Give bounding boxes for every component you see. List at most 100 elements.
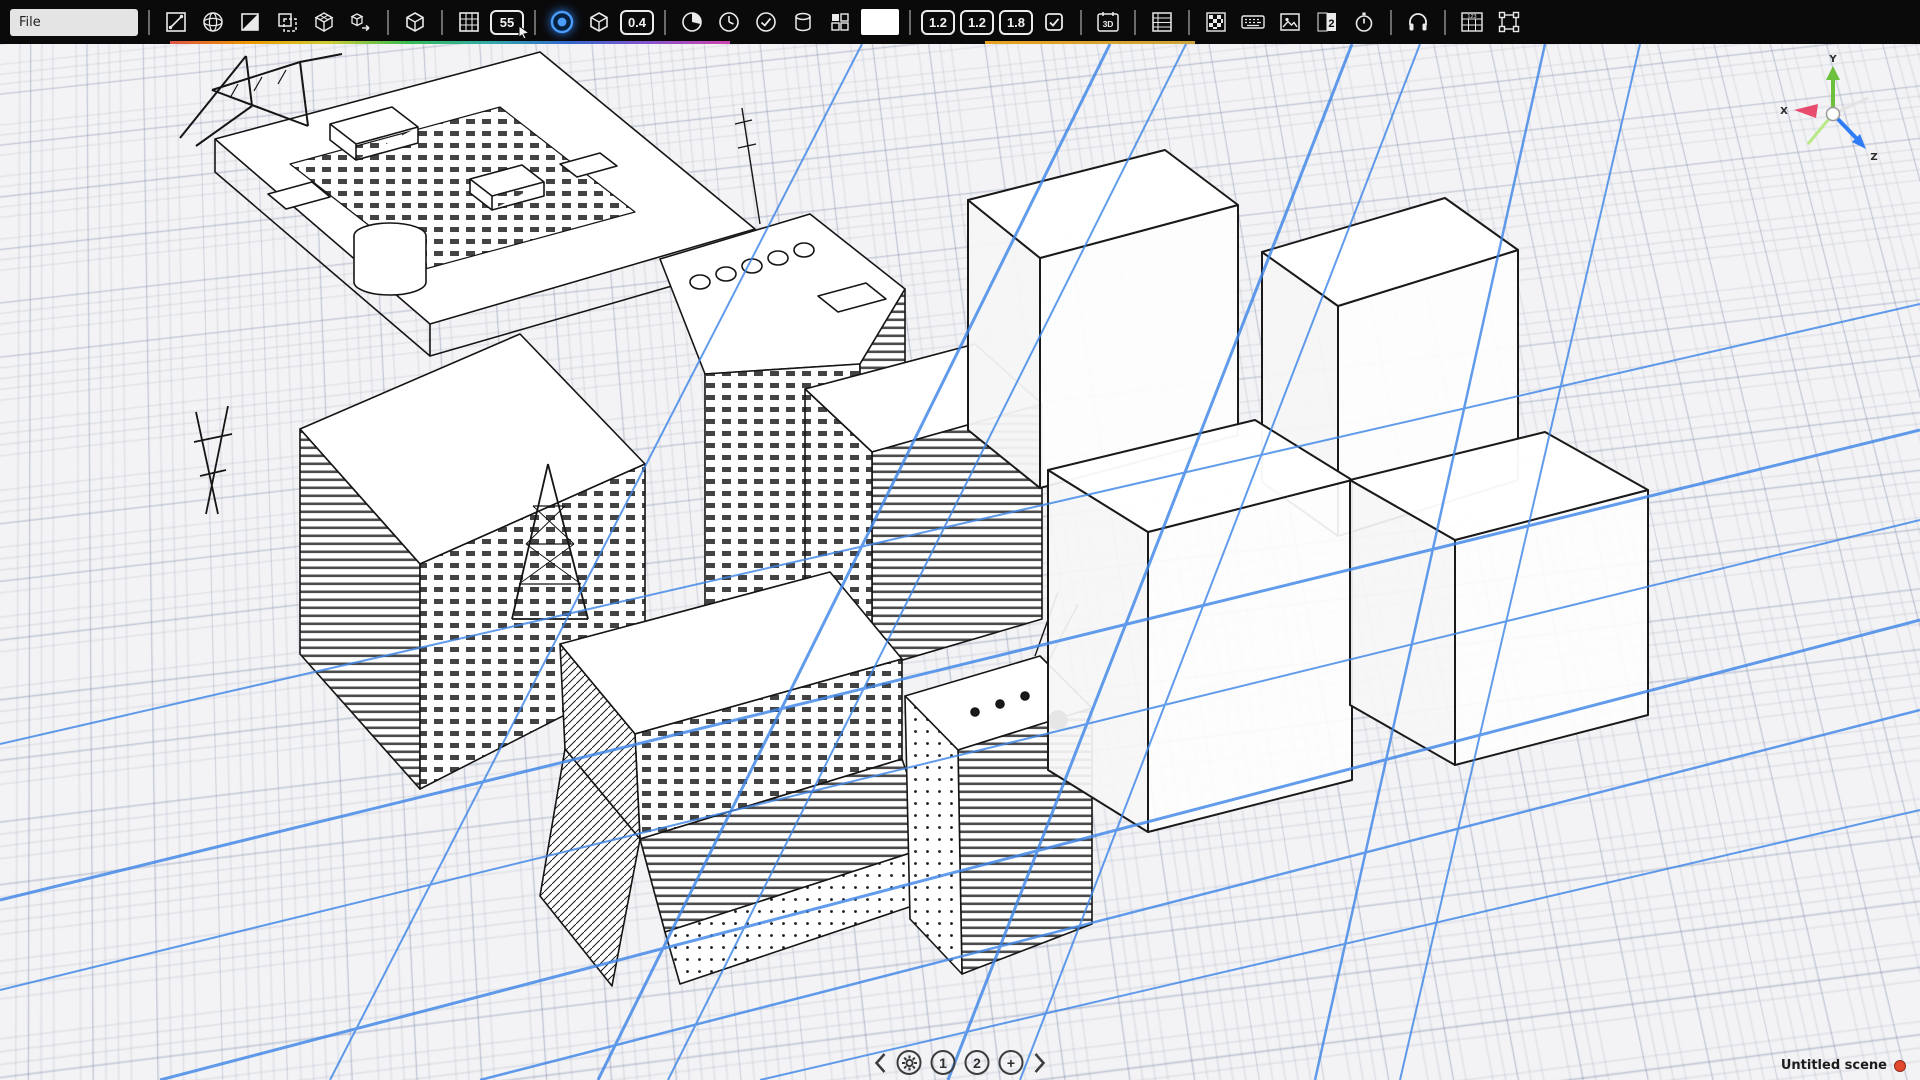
- toolbar-rainbow-strip: [170, 41, 730, 44]
- stopwatch-button[interactable]: [1348, 6, 1380, 38]
- ratio-button-1[interactable]: 1.2: [921, 10, 955, 35]
- pie-tool-button[interactable]: [676, 6, 708, 38]
- grid-density-button[interactable]: 55: [490, 10, 524, 35]
- toolbar-separator: [1444, 10, 1446, 35]
- toolbar-separator: [1188, 10, 1190, 35]
- file-menu-label: File: [19, 15, 41, 30]
- sphere-tool-button[interactable]: [197, 6, 229, 38]
- keyboard-button[interactable]: [1237, 6, 1269, 38]
- axis-gizmo[interactable]: Y X Z: [1768, 54, 1898, 184]
- toolbar-separator: [387, 10, 389, 35]
- next-page-button[interactable]: [1033, 1052, 1047, 1074]
- toolbar-separator: [664, 10, 666, 35]
- toolbar-separator: [441, 10, 443, 35]
- active-lens-button[interactable]: [546, 6, 578, 38]
- check-circle-icon: [754, 10, 778, 34]
- toolbar-separator: [1134, 10, 1136, 35]
- x-axis-label: X: [1780, 106, 1788, 117]
- overlap-squares-icon: [275, 10, 299, 34]
- three-d-badge-text: 3D: [1103, 19, 1114, 29]
- toolbar-separator: [148, 10, 150, 35]
- scene-settings-button[interactable]: [897, 1050, 922, 1075]
- toolbar-separator: [1390, 10, 1392, 35]
- clock-icon: [717, 10, 741, 34]
- y-axis-label: Y: [1828, 54, 1837, 65]
- clock-button[interactable]: [713, 6, 745, 38]
- crop-frame-button[interactable]: [1493, 6, 1525, 38]
- record-dot[interactable]: [1894, 1060, 1906, 1072]
- line-tool-icon: [164, 10, 188, 34]
- checkbox-checked-icon: [1042, 10, 1066, 34]
- ratio-button-3[interactable]: 1.8: [999, 10, 1033, 35]
- cursor-icon: [517, 25, 531, 39]
- toolbar-separator: [909, 10, 911, 35]
- page-2-label: 2: [973, 1055, 981, 1071]
- frame-counter-button[interactable]: 2: [1311, 6, 1343, 38]
- frame-2-icon: 2: [1315, 10, 1339, 34]
- gear-icon: [901, 1055, 917, 1071]
- cube-arrow-button[interactable]: [345, 6, 377, 38]
- check-circle-button[interactable]: [750, 6, 782, 38]
- page-1-button[interactable]: 1: [931, 1050, 956, 1075]
- four-squares-icon: [828, 10, 852, 34]
- table-grid-icon: [457, 10, 481, 34]
- numbers-badge-text: 123: [1467, 14, 1476, 20]
- half-fill-square-icon: [238, 10, 262, 34]
- toggle-checkbox-button[interactable]: [1038, 6, 1070, 38]
- add-page-label: +: [1007, 1055, 1015, 1071]
- cube-arrow-icon: [349, 10, 373, 34]
- sphere-icon: [201, 10, 225, 34]
- toolbar: File: [0, 0, 1920, 44]
- toolbar-separator: [534, 10, 536, 35]
- grid-density-value: 55: [500, 15, 514, 30]
- previous-page-button[interactable]: [874, 1052, 888, 1074]
- wireframe-boxes: [968, 150, 1648, 832]
- city-sketch-illustration: [180, 52, 1092, 986]
- pie-icon: [680, 10, 704, 34]
- toolbar-separator: [1080, 10, 1082, 35]
- opacity-value-button[interactable]: 0.4: [620, 10, 654, 35]
- scene-drawing: [0, 44, 1920, 1080]
- image-icon: [1278, 10, 1302, 34]
- drawing-canvas[interactable]: Y X Z: [0, 44, 1920, 1080]
- dots-pattern-icon: [1204, 10, 1228, 34]
- duplicate-squares-button[interactable]: [271, 6, 303, 38]
- three-d-mode-button[interactable]: 3D: [1092, 6, 1124, 38]
- scene-name-area: Untitled scene: [1781, 1058, 1906, 1073]
- toolbar-orange-strip: [985, 41, 1195, 44]
- page-2-button[interactable]: 2: [965, 1050, 990, 1075]
- blue-radio-icon: [549, 9, 575, 35]
- solid-cube-button[interactable]: [583, 6, 615, 38]
- numbered-grid-button[interactable]: 123: [1456, 6, 1488, 38]
- ruled-sheet-button[interactable]: [1146, 6, 1178, 38]
- ratio-button-2[interactable]: 1.2: [960, 10, 994, 35]
- half-fill-square-button[interactable]: [234, 6, 266, 38]
- grid-table-button[interactable]: [453, 6, 485, 38]
- scene-name-text: Untitled scene: [1781, 1058, 1887, 1073]
- app-window: File: [0, 0, 1920, 1080]
- wireframe-box-3[interactable]: [1048, 420, 1352, 832]
- y-axis-arrow: [1826, 66, 1840, 80]
- line-tool-button[interactable]: [160, 6, 192, 38]
- halftone-pattern-button[interactable]: [1200, 6, 1232, 38]
- ratio-value-2: 1.2: [968, 15, 986, 30]
- audio-button[interactable]: [1402, 6, 1434, 38]
- cube-icon: [587, 10, 611, 34]
- building-complex-roof: [180, 52, 755, 356]
- opacity-value: 0.4: [628, 15, 646, 30]
- file-menu-button[interactable]: File: [10, 9, 138, 36]
- perspective-cube-button[interactable]: [399, 6, 431, 38]
- cylinder-button[interactable]: [787, 6, 819, 38]
- paper-color-swatch[interactable]: [861, 9, 899, 35]
- numbers-grid-icon: 123: [1459, 9, 1485, 35]
- z-axis-label: Z: [1870, 152, 1877, 163]
- x-axis-arrow: [1794, 104, 1818, 118]
- cube-grid-button[interactable]: [308, 6, 340, 38]
- image-export-button[interactable]: [1274, 6, 1306, 38]
- frame-badge-text: 2: [1328, 18, 1334, 30]
- cube-grid-icon: [312, 10, 336, 34]
- crop-frame-icon: [1496, 9, 1522, 35]
- three-d-calendar-icon: 3D: [1095, 9, 1121, 35]
- four-squares-button[interactable]: [824, 6, 856, 38]
- add-page-button[interactable]: +: [999, 1050, 1024, 1075]
